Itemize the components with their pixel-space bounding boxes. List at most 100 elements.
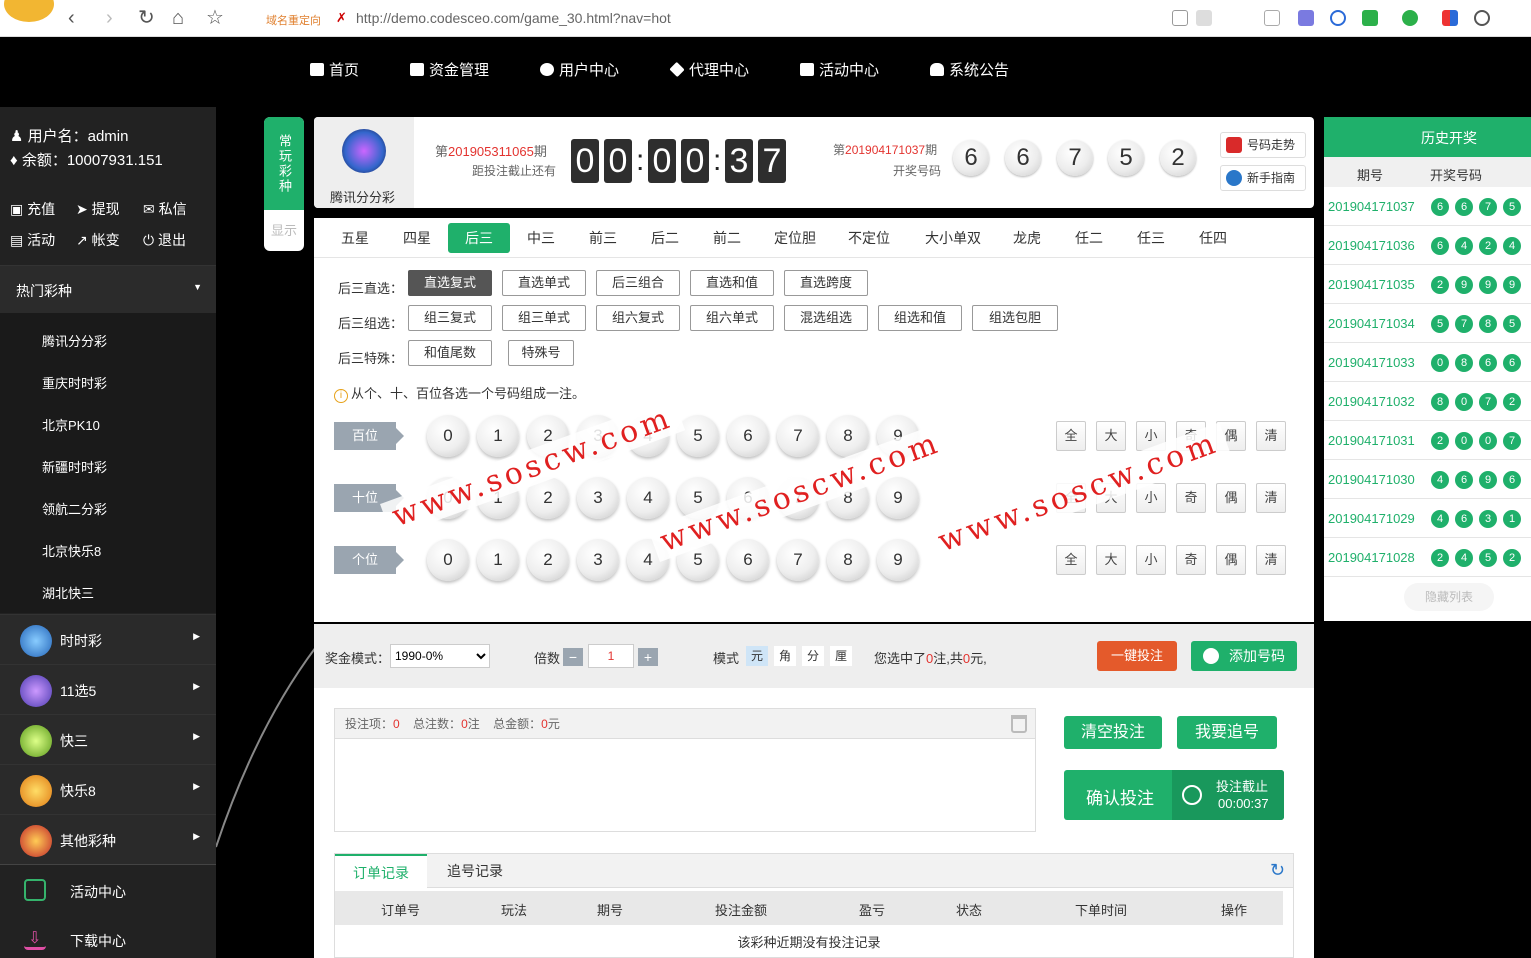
back-icon[interactable]: ‹ <box>68 8 75 28</box>
apps-icon[interactable] <box>1442 10 1458 26</box>
option-button[interactable]: 组选和值 <box>878 305 962 331</box>
home-icon[interactable]: ⌂ <box>172 8 184 28</box>
tab-order-records[interactable]: 订单记录 <box>335 854 427 888</box>
number-ball[interactable]: 8 <box>827 539 869 581</box>
option-button[interactable]: 和值尾数 <box>408 340 492 366</box>
hot-item[interactable]: 新疆时时彩 <box>42 457 107 476</box>
quick-select-button[interactable]: 清 <box>1256 545 1286 575</box>
mode-fen[interactable]: 分 <box>802 646 824 666</box>
minus-button[interactable]: − <box>563 648 583 666</box>
quick-select-button[interactable]: 偶 <box>1216 483 1246 513</box>
clear-bets-button[interactable]: 清空投注 <box>1064 716 1162 749</box>
nav-user-center[interactable]: 用户中心 <box>540 59 619 80</box>
message-link[interactable]: ✉ 私信 <box>143 199 187 219</box>
refresh-icon[interactable]: ↻ <box>1270 860 1285 881</box>
quick-select-button[interactable]: 大 <box>1096 483 1126 513</box>
number-ball[interactable]: 9 <box>877 415 919 457</box>
nav-announcements[interactable]: 系统公告 <box>930 59 1009 80</box>
number-ball[interactable]: 1 <box>477 539 519 581</box>
number-ball[interactable]: 6 <box>727 539 769 581</box>
nav-agent-center[interactable]: 代理中心 <box>669 59 749 80</box>
tab-no-position[interactable]: 不定位 <box>844 223 894 253</box>
number-ball[interactable]: 1 <box>477 477 519 519</box>
number-ball[interactable]: 4 <box>627 415 669 457</box>
option-button[interactable]: 直选和值 <box>690 270 774 296</box>
add-number-button[interactable]: 添加号码 <box>1191 641 1297 671</box>
number-ball[interactable]: 5 <box>677 539 719 581</box>
translate-icon[interactable] <box>1402 10 1418 26</box>
quick-select-button[interactable]: 清 <box>1256 421 1286 451</box>
search-icon[interactable] <box>1330 10 1346 26</box>
hot-item[interactable]: 领航二分彩 <box>42 499 107 518</box>
extension-icon[interactable] <box>1298 10 1314 26</box>
number-ball[interactable]: 9 <box>877 477 919 519</box>
number-ball[interactable]: 2 <box>527 477 569 519</box>
number-ball[interactable]: 7 <box>777 539 819 581</box>
mode-jiao[interactable]: 角 <box>774 646 796 666</box>
star-icon[interactable]: ☆ <box>206 8 224 28</box>
mode-yuan[interactable]: 元 <box>746 646 768 666</box>
number-ball[interactable]: 6 <box>727 415 769 457</box>
tab-four-star[interactable]: 四星 <box>396 223 438 253</box>
hot-item[interactable]: 北京快乐8 <box>42 541 101 560</box>
number-ball[interactable]: 0 <box>427 477 469 519</box>
tab-mid-three[interactable]: 中三 <box>520 223 562 253</box>
number-ball[interactable]: 0 <box>427 415 469 457</box>
tab-any-two[interactable]: 任二 <box>1068 223 1110 253</box>
tab-chase-records[interactable]: 追号记录 <box>437 854 513 888</box>
tab-any-four[interactable]: 任四 <box>1192 223 1234 253</box>
number-ball[interactable]: 5 <box>677 415 719 457</box>
tab-last-two[interactable]: 后二 <box>644 223 686 253</box>
option-button[interactable]: 组六复式 <box>596 305 680 331</box>
quick-select-button[interactable]: 大 <box>1096 545 1126 575</box>
number-ball[interactable]: 3 <box>577 415 619 457</box>
logout-link[interactable]: ⏻ 退出 <box>143 230 186 250</box>
number-ball[interactable]: 2 <box>527 539 569 581</box>
forward-icon[interactable]: › <box>106 8 113 28</box>
withdraw-link[interactable]: ➤ 提现 <box>76 199 120 219</box>
favorite-tab[interactable]: 常玩彩种 <box>264 117 304 210</box>
number-ball[interactable]: 1 <box>477 415 519 457</box>
reload-icon[interactable]: ↻ <box>138 8 155 28</box>
quick-select-button[interactable]: 全 <box>1056 483 1086 513</box>
option-button[interactable]: 直选单式 <box>502 270 586 296</box>
quick-select-button[interactable]: 偶 <box>1216 421 1246 451</box>
quick-select-button[interactable]: 全 <box>1056 545 1086 575</box>
nav-activity-center[interactable]: 活动中心 <box>800 59 879 80</box>
address-bar[interactable]: http://demo.codesceo.com/game_30.html?na… <box>356 10 671 26</box>
tab-position[interactable]: 定位胆 <box>770 223 820 253</box>
option-button[interactable]: 特殊号 <box>508 340 574 366</box>
show-tab[interactable]: 显示 <box>264 210 304 239</box>
category-k3[interactable]: 快三 ▶ <box>0 714 216 764</box>
tab-dragon-tiger[interactable]: 龙虎 <box>1006 223 1048 253</box>
tab-first-three[interactable]: 前三 <box>582 223 624 253</box>
tab-first-two[interactable]: 前二 <box>706 223 748 253</box>
number-ball[interactable]: 8 <box>827 415 869 457</box>
hot-lottery-header[interactable]: 热门彩种 ▼ <box>0 265 216 313</box>
option-button[interactable]: 组三单式 <box>502 305 586 331</box>
number-ball[interactable]: 2 <box>527 415 569 457</box>
mode-li[interactable]: 厘 <box>830 646 852 666</box>
number-ball[interactable]: 9 <box>877 539 919 581</box>
recharge-link[interactable]: ▣ 充值 <box>10 199 55 219</box>
number-ball[interactable]: 3 <box>577 477 619 519</box>
number-ball[interactable]: 4 <box>627 539 669 581</box>
option-button[interactable]: 后三组合 <box>596 270 680 296</box>
activity-center-link[interactable]: 活动中心 <box>0 864 216 914</box>
hide-list-button[interactable]: 隐藏列表 <box>1404 583 1494 611</box>
category-11x5[interactable]: 11选5 ▶ <box>0 664 216 714</box>
number-ball[interactable]: 4 <box>627 477 669 519</box>
quick-select-button[interactable]: 清 <box>1256 483 1286 513</box>
tab-last-three[interactable]: 后三 <box>448 223 510 253</box>
scissors-icon[interactable] <box>1362 10 1378 26</box>
prize-mode-select[interactable]: 1990-0% <box>390 644 490 668</box>
category-kl8[interactable]: 快乐8 ▶ <box>0 764 216 814</box>
quick-select-button[interactable]: 大 <box>1096 421 1126 451</box>
guide-button[interactable]: 新手指南 <box>1220 165 1306 191</box>
hot-item[interactable]: 北京PK10 <box>42 415 100 434</box>
category-ssc[interactable]: 时时彩 ▶ <box>0 614 216 664</box>
option-button[interactable]: 组六单式 <box>690 305 774 331</box>
tab-five-star[interactable]: 五星 <box>334 223 376 253</box>
multiple-input[interactable] <box>588 644 634 668</box>
number-ball[interactable]: 5 <box>677 477 719 519</box>
